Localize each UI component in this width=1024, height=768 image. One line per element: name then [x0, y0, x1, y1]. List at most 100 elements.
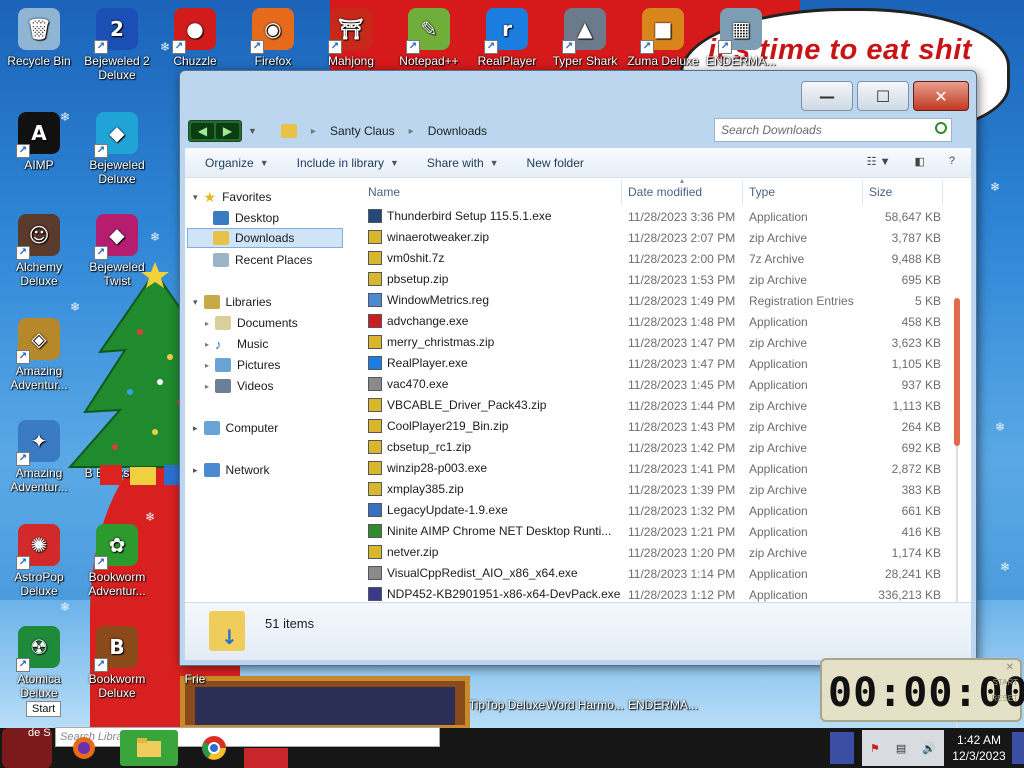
nav-item-documents[interactable]: ▸ Documents: [205, 313, 298, 333]
file-row[interactable]: CoolPlayer219_Bin.zip 11/28/2023 1:43 PM z…: [360, 416, 953, 437]
scrollbar-thumb[interactable]: [954, 298, 960, 446]
include-in-library-menu[interactable]: Include in library ▼: [297, 156, 399, 170]
column-divider[interactable]: [942, 179, 943, 205]
desktop-icon[interactable]: ✺ ↗ AstroPop Deluxe: [0, 524, 78, 598]
file-row[interactable]: LegacyUpdate-1.9.exe 11/28/2023 1:32 PM Ap…: [360, 500, 953, 521]
file-row[interactable]: advchange.exe 11/28/2023 1:48 PM Applicati…: [360, 311, 953, 332]
expand-arrow-icon[interactable]: ▸: [205, 340, 209, 349]
file-row[interactable]: VisualCppRedist_AIO_x86_x64.exe 11/28/202…: [360, 563, 953, 584]
file-row[interactable]: RealPlayer.exe 11/28/2023 1:47 PM Applicat…: [360, 353, 953, 374]
column-divider[interactable]: [742, 179, 743, 205]
file-row[interactable]: xmplay385.zip 11/28/2023 1:39 PM zip Archi…: [360, 479, 953, 500]
desktop-icon[interactable]: ◆ ↗ Bejeweled Deluxe: [78, 112, 156, 186]
breadcrumb-downloads[interactable]: Downloads: [428, 124, 487, 138]
nav-item-music[interactable]: ▸ ♪ Music: [205, 334, 268, 354]
desktop-icon[interactable]: ☢ ↗ Atomica Deluxe: [0, 626, 78, 700]
action-center-icon[interactable]: ⚑: [870, 742, 880, 755]
column-divider[interactable]: [621, 179, 622, 205]
file-date: 11/28/2023 2:07 PM: [628, 231, 736, 245]
shortcut-arrow-icon: ↗: [172, 40, 186, 54]
search-input[interactable]: Search Downloads: [714, 118, 952, 142]
column-header-size[interactable]: Size: [869, 185, 892, 199]
file-row[interactable]: cbsetup_rc1.zip 11/28/2023 1:42 PM zip Arc…: [360, 437, 953, 458]
desktop-icon[interactable]: A ↗ AIMP: [0, 112, 78, 172]
nav-item-recent-places[interactable]: Recent Places: [213, 250, 312, 270]
share-with-menu[interactable]: Share with ▼: [427, 156, 499, 170]
window-title-bar[interactable]: — ☐ ✕: [180, 71, 976, 113]
nav-item-videos[interactable]: ▸ Videos: [205, 376, 274, 396]
desktop-icon[interactable]: 2 ↗ Bejeweled 2 Deluxe: [78, 8, 156, 82]
view-options-icon[interactable]: ☷ ▼: [867, 155, 891, 168]
breadcrumb-separator-icon[interactable]: ▸: [311, 126, 316, 137]
minimize-button[interactable]: —: [801, 81, 853, 111]
taskbar-chrome-button[interactable]: [188, 730, 240, 766]
expand-arrow-icon[interactable]: ▸: [205, 382, 209, 391]
nav-item-desktop[interactable]: Desktop: [213, 208, 279, 228]
help-icon[interactable]: ?: [949, 155, 955, 168]
file-row[interactable]: Thunderbird Setup 115.5.1.exe 11/28/2023 …: [360, 206, 953, 227]
file-row[interactable]: Ninite AIMP Chrome NET Desktop Runti... 1…: [360, 521, 953, 542]
widget-close-icon[interactable]: ✕: [1006, 662, 1014, 673]
file-type: Application: [749, 567, 808, 581]
volume-icon[interactable]: 🔊: [922, 742, 936, 755]
start-label[interactable]: START: [993, 678, 1018, 687]
file-row[interactable]: VBCABLE_Driver_Pack43.zip 11/28/2023 1:44…: [360, 395, 953, 416]
file-row[interactable]: winaerotweaker.zip 11/28/2023 2:07 PM zip …: [360, 227, 953, 248]
address-bar[interactable]: ▸ Santy Claus ▸ Downloads: [275, 119, 775, 143]
desktop-icon[interactable]: B ↗ Bookworm Deluxe: [78, 626, 156, 700]
show-desktop-button[interactable]: [1012, 732, 1024, 764]
file-row[interactable]: vac470.exe 11/28/2023 1:45 PM Application 9…: [360, 374, 953, 395]
forward-button[interactable]: ▶: [216, 123, 239, 139]
file-row[interactable]: pbsetup.zip 11/28/2023 1:53 PM zip Archive…: [360, 269, 953, 290]
taskbar-firefox-button[interactable]: [64, 730, 104, 766]
reset-label[interactable]: RESET: [991, 694, 1018, 703]
expand-arrow-icon[interactable]: ▸: [193, 465, 198, 476]
desktop-icon[interactable]: ⛩ ↗ Mahjong: [312, 8, 390, 68]
taskbar-search-input[interactable]: Search Libra: [55, 727, 440, 747]
nav-favorites[interactable]: ▾ ★ Favorites: [193, 187, 271, 207]
column-header-date-modified[interactable]: Date modified: [628, 185, 702, 199]
breadcrumb-separator-icon[interactable]: ▸: [409, 126, 414, 137]
expand-arrow-icon[interactable]: ▾: [193, 192, 198, 203]
desktop-icon[interactable]: 🗑 Recycle Bin: [0, 8, 78, 68]
taskbar-explorer-button[interactable]: [120, 730, 178, 766]
desktop-icon-label: Frie: [184, 672, 206, 686]
nav-item-downloads[interactable]: Downloads: [187, 228, 343, 248]
nav-network[interactable]: ▸ Network: [193, 460, 270, 480]
desktop-icon[interactable]: ✿ ↗ Bookworm Adventur...: [78, 524, 156, 598]
expand-arrow-icon[interactable]: ▸: [193, 423, 198, 434]
expand-arrow-icon[interactable]: ▸: [205, 319, 209, 328]
taskbar-clock[interactable]: 1:42 AM 12/3/2023: [944, 730, 1014, 766]
column-divider[interactable]: [862, 179, 863, 205]
desktop-icon[interactable]: ■ ↗ Zuma Deluxe: [624, 8, 702, 68]
file-row[interactable]: netver.zip 11/28/2023 1:20 PM zip Archive 1…: [360, 542, 953, 563]
close-button[interactable]: ✕: [913, 81, 969, 111]
nav-libraries[interactable]: ▾ Libraries: [193, 292, 272, 312]
file-row[interactable]: merry_christmas.zip 11/28/2023 1:47 PM zip…: [360, 332, 953, 353]
preview-pane-icon[interactable]: ◧: [914, 155, 924, 168]
file-row[interactable]: WindowMetrics.reg 11/28/2023 1:49 PM Regis…: [360, 290, 953, 311]
network-tray-icon[interactable]: ▤: [896, 742, 906, 755]
column-header-name[interactable]: Name: [368, 185, 400, 199]
column-header-type[interactable]: Type: [749, 185, 775, 199]
desktop-icon[interactable]: ▲ ↗ Typer Shark: [546, 8, 624, 68]
nav-item-pictures[interactable]: ▸ Pictures: [205, 355, 280, 375]
file-row[interactable]: vm0shit.7z 11/28/2023 2:00 PM 7z Archive 9,…: [360, 248, 953, 269]
recent-pages-dropdown-icon[interactable]: ▼: [248, 126, 257, 136]
organize-menu[interactable]: Organize ▼: [205, 156, 269, 170]
file-row[interactable]: winzip28-p003.exe 11/28/2023 1:41 PM Appli…: [360, 458, 953, 479]
desktop-icon[interactable]: ◉ ↗ Firefox: [234, 8, 312, 68]
back-button[interactable]: ◀: [191, 123, 214, 139]
breadcrumb-santy-claus[interactable]: Santy Claus: [330, 124, 395, 138]
folder-icon: [137, 738, 161, 757]
expand-arrow-icon[interactable]: ▸: [205, 361, 209, 370]
desktop-icon[interactable]: ● ↗ Chuzzle: [156, 8, 234, 68]
desktop-icon[interactable]: ✎ ↗ Notepad++: [390, 8, 468, 68]
desktop-icon[interactable]: r ↗ RealPlayer: [468, 8, 546, 68]
expand-arrow-icon[interactable]: ▾: [193, 297, 198, 308]
new-folder-button[interactable]: New folder: [527, 156, 584, 170]
desktop-icon[interactable]: ▦ ↗ ENDERMA...: [702, 8, 780, 68]
nav-computer[interactable]: ▸ Computer: [193, 418, 278, 438]
maximize-button[interactable]: ☐: [857, 81, 909, 111]
search-icon[interactable]: [935, 122, 947, 134]
